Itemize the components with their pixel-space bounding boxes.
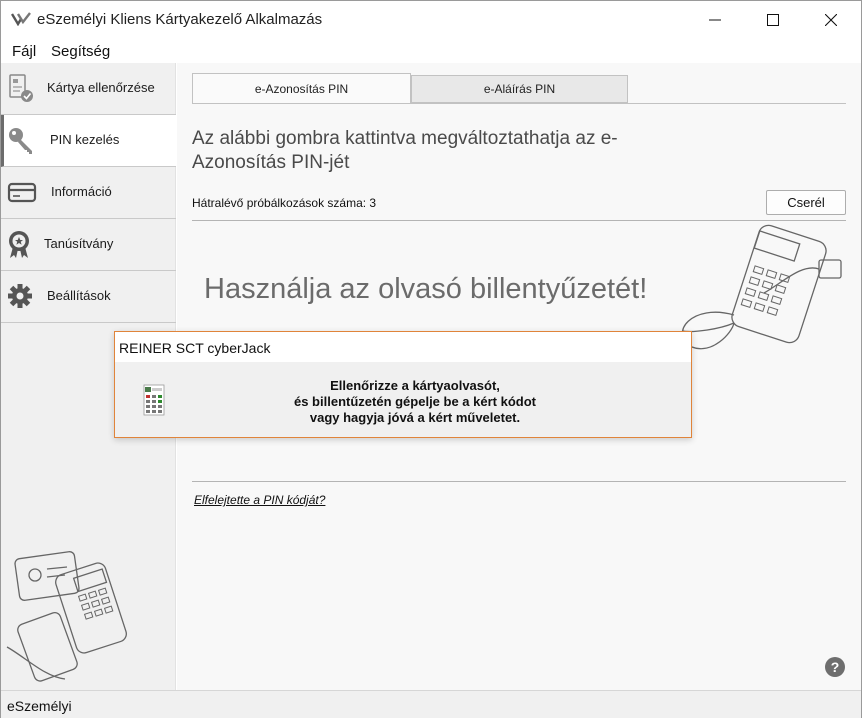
reader-keypad-message: Használja az olvasó billentyűzetét! <box>204 273 648 305</box>
divider <box>192 220 846 221</box>
card-check-icon <box>9 74 33 102</box>
tab-e-signature-pin[interactable]: e-Aláírás PIN <box>411 75 628 103</box>
divider <box>192 481 846 482</box>
app-window: eSzemélyi Kliens Kártyakezelő Alkalmazás… <box>0 0 862 718</box>
sidebar-item-label: Tanúsítvány <box>44 236 114 251</box>
status-text: eSzemélyi <box>7 698 72 714</box>
dialog-line-1: Ellenőrizze a kártyaolvasót, <box>330 378 500 393</box>
gear-icon <box>8 284 32 308</box>
pin-pad-icon <box>143 384 165 416</box>
sidebar-item-info[interactable]: Információ <box>1 167 176 219</box>
key-icon <box>9 128 32 154</box>
status-bar: eSzemélyi <box>1 690 861 718</box>
card-icon <box>7 182 37 203</box>
pin-pad-illustration <box>681 224 842 350</box>
page-heading: Az alábbi gombra kattintva megváltoztath… <box>192 128 618 173</box>
tab-divider <box>192 103 846 104</box>
maximize-button[interactable] <box>744 1 802 39</box>
sidebar-item-pin[interactable]: PIN kezelés <box>1 115 176 167</box>
certificate-icon <box>9 231 29 258</box>
retries-remaining: Hátralévő próbálkozások száma: 3 <box>192 196 377 210</box>
title-bar: eSzemélyi Kliens Kártyakezelő Alkalmazás <box>1 1 861 39</box>
sidebar-item-label: Kártya ellenőrzése <box>47 80 155 95</box>
dialog-line-2: és billentűzetén gépelje be a kért kódot <box>293 394 536 409</box>
cyberjack-dialog: REINER SCT cyberJack Ellenőrizze a kárty… <box>114 331 692 438</box>
close-icon <box>825 14 837 26</box>
dialog-message: Ellenőrizze a kártyaolvasót, és billentű… <box>235 378 595 426</box>
tab-e-identification-pin[interactable]: e-Azonosítás PIN <box>192 73 411 104</box>
dialog-title-bar: REINER SCT cyberJack <box>115 332 691 362</box>
window-title: eSzemélyi Kliens Kártyakezelő Alkalmazás <box>37 11 323 28</box>
forgot-pin-link[interactable]: Elfelejtette a PIN kódját? <box>194 493 325 507</box>
menu-bar: Fájl Segítség <box>1 39 861 63</box>
maximize-icon <box>767 14 779 26</box>
help-icon[interactable]: ? <box>825 657 845 677</box>
dialog-title: REINER SCT cyberJack <box>119 340 271 356</box>
sidebar-item-label: PIN kezelés <box>50 132 120 147</box>
card-reader-illustration <box>6 551 127 682</box>
app-logo-icon <box>11 12 31 26</box>
menu-help[interactable]: Segítség <box>51 43 110 60</box>
sidebar-item-certificate[interactable]: Tanúsítvány <box>1 219 176 271</box>
sidebar-item-card-check[interactable]: Kártya ellenőrzése <box>1 63 176 115</box>
sidebar-item-label: Információ <box>51 184 112 199</box>
sidebar-item-settings[interactable]: Beállítások <box>1 271 176 323</box>
change-pin-button[interactable]: Cserél <box>766 190 846 215</box>
dialog-line-3: vagy hagyja jóvá a kért műveletet. <box>309 410 521 425</box>
sidebar-item-label: Beállítások <box>47 288 111 303</box>
dialog-body: Ellenőrizze a kártyaolvasót, és billentű… <box>115 362 691 437</box>
menu-file[interactable]: Fájl <box>12 43 36 60</box>
minimize-button[interactable] <box>686 1 744 39</box>
close-button[interactable] <box>802 1 860 39</box>
minimize-icon <box>709 19 721 21</box>
